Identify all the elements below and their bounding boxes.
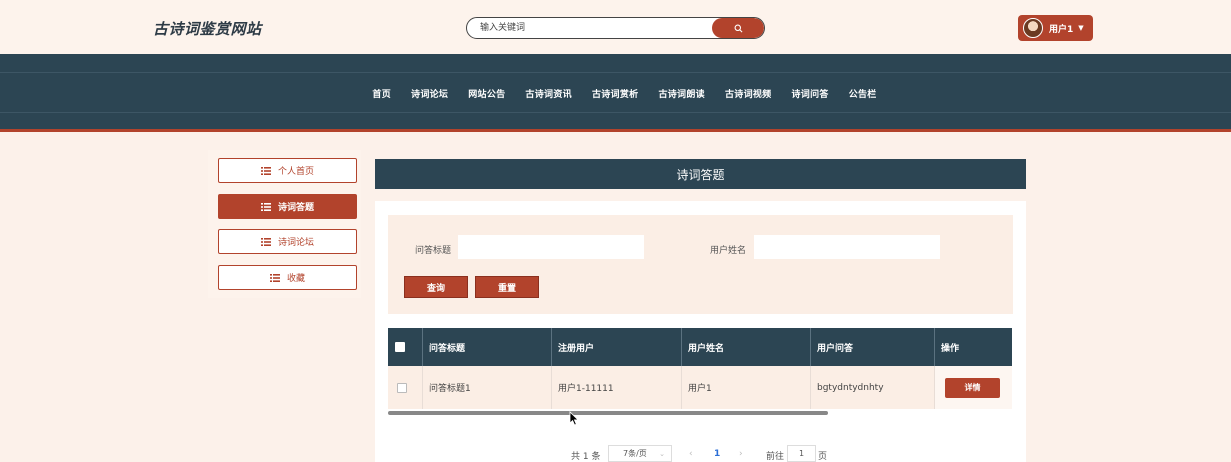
- sidebar-item-label: 诗词答题: [277, 203, 314, 213]
- nav-item-videos[interactable]: 古诗词视频: [725, 87, 772, 100]
- cell-title: 问答标题1: [423, 366, 552, 409]
- main-nav: 首页 诗词论坛 网站公告 古诗词资讯 古诗词赏析 古诗词朗读 古诗词视频 诗词问…: [0, 54, 1231, 132]
- caret-down-icon: ▼: [1078, 24, 1084, 32]
- list-icon: [260, 202, 271, 211]
- name-filter-input[interactable]: [754, 235, 940, 259]
- pagination: 共 1 条 7条/页 ⌄ ‹ 1 › 前往 1 页: [375, 445, 1026, 462]
- sidebar-item-label: 收藏: [286, 274, 305, 284]
- column-header-title[interactable]: 问答标题: [423, 328, 552, 366]
- list-icon: [260, 166, 271, 175]
- header: 古诗词鉴赏网站 用户1 ▼: [0, 0, 1231, 54]
- content-panel: 问答标题 用户姓名 查询 重置 问答标题 注册用户 用户姓名 用户问答 操作 问…: [375, 201, 1026, 462]
- title-filter-input[interactable]: [458, 235, 644, 259]
- goto-label: 前往: [766, 452, 785, 462]
- list-icon: [260, 237, 271, 246]
- nav-item-bulletin[interactable]: 公告栏: [849, 87, 877, 100]
- name-filter-label: 用户姓名: [710, 246, 747, 256]
- select-all-checkbox[interactable]: [395, 342, 405, 352]
- table-row: 问答标题1 用户1-11111 用户1 bgtydntydnhty 详情: [388, 366, 1012, 409]
- column-header-action: 操作: [941, 343, 960, 354]
- nav-item-qa[interactable]: 诗词问答: [791, 87, 828, 100]
- search-icon: [734, 24, 742, 32]
- cell-user: 用户1-11111: [552, 366, 682, 409]
- search-input[interactable]: [467, 18, 713, 38]
- cell-name: 用户1: [682, 366, 811, 409]
- nav-items: 首页 诗词论坛 网站公告 古诗词资讯 古诗词赏析 古诗词朗读 古诗词视频 诗词问…: [0, 54, 1231, 132]
- nav-item-forum[interactable]: 诗词论坛: [411, 87, 448, 100]
- sidebar-item-favorites[interactable]: 收藏: [218, 265, 357, 290]
- sidebar-item-label: 诗词论坛: [277, 238, 314, 248]
- avatar: [1023, 18, 1043, 38]
- nav-item-announcements[interactable]: 网站公告: [468, 87, 505, 100]
- cell-answer: bgtydntydnhty: [811, 366, 935, 409]
- nav-item-recitation[interactable]: 古诗词朗读: [658, 87, 705, 100]
- sidebar-item-profile[interactable]: 个人首页: [218, 158, 357, 183]
- list-icon: [269, 273, 280, 282]
- nav-item-appreciation[interactable]: 古诗词赏析: [592, 87, 639, 100]
- mouse-cursor-icon: [569, 411, 579, 426]
- row-select-cell: [388, 366, 423, 409]
- search-bar: [466, 17, 765, 39]
- page-suffix: 页: [818, 452, 828, 462]
- column-header-user[interactable]: 注册用户: [552, 328, 682, 366]
- cell-action: 详情: [935, 366, 1012, 409]
- sidebar-item-forum[interactable]: 诗词论坛: [218, 229, 357, 254]
- prev-page-icon[interactable]: ‹: [689, 449, 693, 459]
- row-checkbox[interactable]: [397, 382, 407, 393]
- filter-form: 问答标题 用户姓名 查询 重置: [388, 215, 1013, 314]
- detail-button[interactable]: 详情: [945, 377, 1000, 398]
- user-menu-button[interactable]: 用户1 ▼: [1018, 15, 1093, 41]
- nav-item-home[interactable]: 首页: [372, 87, 391, 100]
- page-size-select[interactable]: 7条/页 ⌄: [608, 445, 672, 462]
- page-title: 诗词答题: [375, 159, 1026, 189]
- user-label: 用户1: [1049, 24, 1074, 35]
- reset-button[interactable]: 重置: [475, 276, 539, 298]
- total-count: 共 1 条: [571, 452, 601, 462]
- site-title[interactable]: 古诗词鉴赏网站: [153, 18, 262, 39]
- column-header-answer[interactable]: 用户问答: [811, 328, 935, 366]
- sidebar-item-label: 个人首页: [277, 167, 314, 177]
- chevron-down-icon: ⌄: [659, 449, 665, 458]
- sidebar: 个人首页 诗词答题 诗词论坛 收藏: [208, 150, 361, 298]
- title-filter-label: 问答标题: [415, 246, 452, 256]
- horizontal-scrollbar[interactable]: [388, 411, 828, 415]
- column-header-name[interactable]: 用户姓名: [682, 328, 811, 366]
- select-all-cell: [388, 328, 423, 366]
- goto-page-input[interactable]: 1: [787, 445, 816, 462]
- page-size-value: 7条/页: [623, 449, 647, 458]
- nav-item-news[interactable]: 古诗词资讯: [525, 87, 572, 100]
- table-header: 问答标题 注册用户 用户姓名 用户问答 操作: [388, 328, 1012, 366]
- query-button[interactable]: 查询: [404, 276, 468, 298]
- next-page-icon[interactable]: ›: [739, 449, 743, 459]
- search-button[interactable]: [712, 18, 764, 38]
- current-page[interactable]: 1: [714, 449, 720, 459]
- sidebar-item-quiz[interactable]: 诗词答题: [218, 194, 357, 219]
